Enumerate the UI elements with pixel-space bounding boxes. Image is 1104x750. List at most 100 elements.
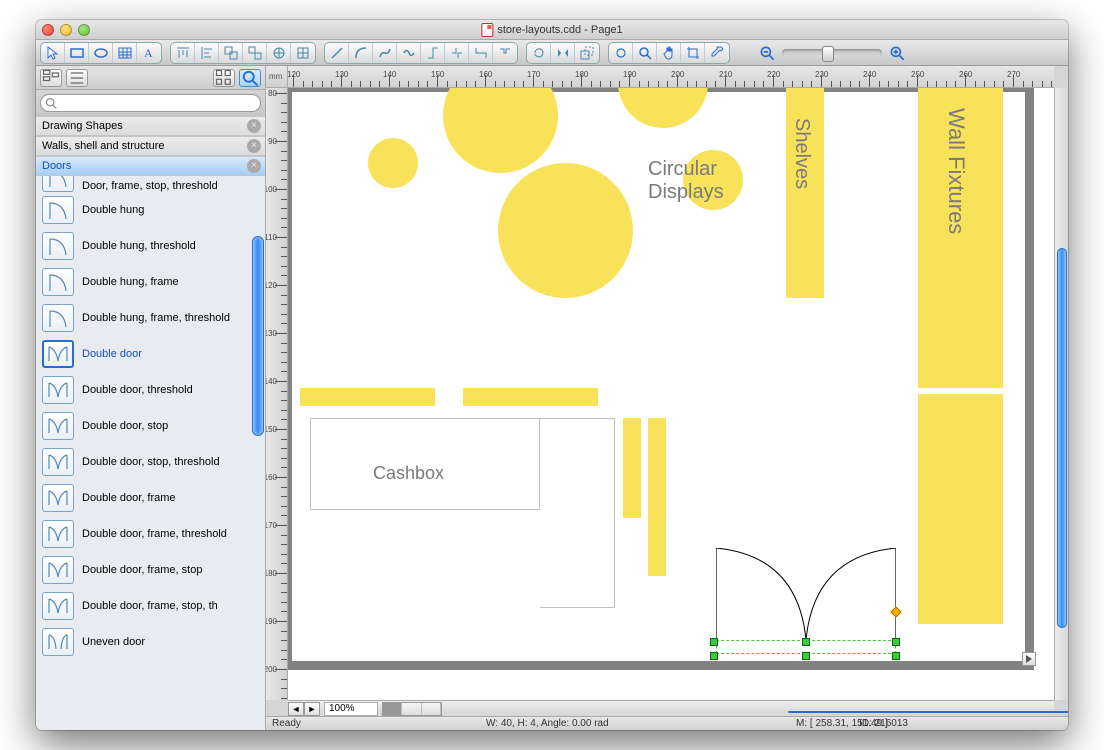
category-close-icon[interactable]: × (247, 139, 261, 153)
panel-list-tab[interactable] (66, 69, 88, 87)
flip-icon[interactable] (551, 43, 575, 63)
shape-item[interactable]: Double door, threshold (36, 372, 265, 408)
counter-2[interactable] (463, 388, 598, 406)
resize-handle[interactable] (802, 652, 810, 660)
prev-page-button[interactable]: ◄ (288, 702, 304, 716)
page-tabs[interactable] (382, 702, 442, 716)
table-icon[interactable] (113, 43, 137, 63)
snap-icon[interactable] (267, 43, 291, 63)
category-close-icon[interactable]: × (247, 159, 261, 173)
horizontal-scroll-thumb[interactable] (788, 711, 1068, 713)
resize-handle[interactable] (710, 652, 718, 660)
cashbox-shape-side[interactable] (540, 418, 615, 608)
zoom-slider[interactable] (782, 49, 882, 57)
shape-label: Door, frame, stop, threshold (82, 180, 218, 192)
shape-item[interactable]: Double door, frame, stop, th (36, 588, 265, 624)
horizontal-ruler[interactable]: 1201301401501601701801902002102202302402… (288, 66, 1054, 88)
line-tools (324, 42, 518, 64)
shape-item[interactable]: Door, frame, stop, threshold (36, 176, 265, 192)
close-window-button[interactable] (42, 24, 54, 36)
connector1-icon[interactable] (421, 43, 445, 63)
presentation-play-button[interactable] (1022, 652, 1036, 666)
status-bar: Ready W: 40, H: 4, Angle: 0.00 rad M: [ … (266, 716, 1068, 730)
panel-search-tab[interactable] (239, 69, 261, 87)
double-door-object[interactable] (716, 548, 896, 658)
refresh-icon[interactable] (609, 43, 633, 63)
panel-tree-tab[interactable] (40, 69, 62, 87)
ellipse-icon[interactable] (89, 43, 113, 63)
wall-fixtures-shape-2[interactable] (918, 394, 1003, 624)
pan-icon[interactable] (657, 43, 681, 63)
crop-icon[interactable] (681, 43, 705, 63)
library-search-input[interactable] (40, 94, 261, 112)
align-top-icon[interactable] (171, 43, 195, 63)
circular-label: Circular Displays (648, 158, 724, 204)
minimize-window-button[interactable] (60, 24, 72, 36)
connector4-icon[interactable] (493, 43, 517, 63)
text-icon[interactable]: A (137, 43, 161, 63)
connector3-icon[interactable] (469, 43, 493, 63)
sidebar-tab-strip (36, 66, 265, 90)
doors-shape-list[interactable]: Door, frame, stop, thresholdDouble hungD… (36, 176, 265, 730)
counter-3[interactable] (623, 418, 641, 518)
spline-icon[interactable] (397, 43, 421, 63)
grid-icon[interactable] (291, 43, 315, 63)
category-close-icon[interactable]: × (247, 119, 261, 133)
circle-display-3[interactable] (498, 163, 633, 298)
ungroup-icon[interactable] (243, 43, 267, 63)
library-sidebar: Drawing Shapes×Walls, shell and structur… (36, 66, 266, 730)
zoom-window-button[interactable] (78, 24, 90, 36)
zoom-in-icon[interactable] (888, 44, 906, 62)
arc-icon[interactable] (349, 43, 373, 63)
shape-label: Double door, frame, stop (82, 564, 202, 576)
resize-handle[interactable] (802, 638, 810, 646)
curve-icon[interactable] (373, 43, 397, 63)
shape-thumbnail (42, 520, 74, 548)
eyedropper-icon[interactable] (705, 43, 729, 63)
category-doors[interactable]: Doors× (36, 156, 265, 176)
status-ready: Ready (272, 718, 301, 729)
shape-thumbnail (42, 556, 74, 584)
rotate-icon[interactable] (527, 43, 551, 63)
vertical-ruler[interactable]: 8090100110120130140150160170180190200 (266, 88, 288, 700)
zoom-level-input[interactable]: 100% (324, 702, 378, 716)
rectangle-icon[interactable] (65, 43, 89, 63)
panel-grid-tab[interactable] (213, 69, 235, 87)
group-icon[interactable] (219, 43, 243, 63)
shape-item[interactable]: Double door, stop, threshold (36, 444, 265, 480)
resize-handle[interactable] (892, 652, 900, 660)
sidebar-scrollbar[interactable] (252, 236, 264, 436)
shape-label: Double door, threshold (82, 384, 193, 396)
shape-item[interactable]: Double door, frame (36, 480, 265, 516)
shape-label: Double door, frame, stop, th (82, 600, 218, 612)
scale-icon[interactable] (575, 43, 599, 63)
zoom-icon[interactable] (633, 43, 657, 63)
counter-4[interactable] (648, 418, 666, 576)
zoom-out-icon[interactable] (758, 44, 776, 62)
shape-item[interactable]: Uneven door (36, 624, 265, 660)
pointer-icon[interactable] (41, 43, 65, 63)
shape-item[interactable]: Double door (36, 336, 265, 372)
resize-handle[interactable] (710, 638, 718, 646)
vertical-scroll-thumb[interactable] (1057, 248, 1067, 628)
connector2-icon[interactable] (445, 43, 469, 63)
circle-display-1[interactable] (368, 138, 418, 188)
next-page-button[interactable]: ► (304, 702, 320, 716)
counter-1[interactable] (300, 388, 435, 406)
category-walls-shell-and-structure[interactable]: Walls, shell and structure× (36, 136, 265, 156)
shape-item[interactable]: Double hung, threshold (36, 228, 265, 264)
canvas-viewport[interactable]: Circular Displays Shelves Wall Fixtures … (288, 88, 1054, 700)
shape-label: Double door, stop (82, 420, 168, 432)
shape-item[interactable]: Double hung, frame, threshold (36, 300, 265, 336)
shape-item[interactable]: Double door, frame, threshold (36, 516, 265, 552)
shape-item[interactable]: Double door, frame, stop (36, 552, 265, 588)
shape-item[interactable]: Double hung, frame (36, 264, 265, 300)
shape-label: Double hung, frame, threshold (82, 312, 230, 324)
shape-item[interactable]: Double door, stop (36, 408, 265, 444)
align-left-icon[interactable] (195, 43, 219, 63)
shape-item[interactable]: Double hung (36, 192, 265, 228)
vertical-scrollbar[interactable] (1054, 88, 1068, 700)
category-drawing-shapes[interactable]: Drawing Shapes× (36, 116, 265, 136)
resize-handle[interactable] (892, 638, 900, 646)
line-icon[interactable] (325, 43, 349, 63)
